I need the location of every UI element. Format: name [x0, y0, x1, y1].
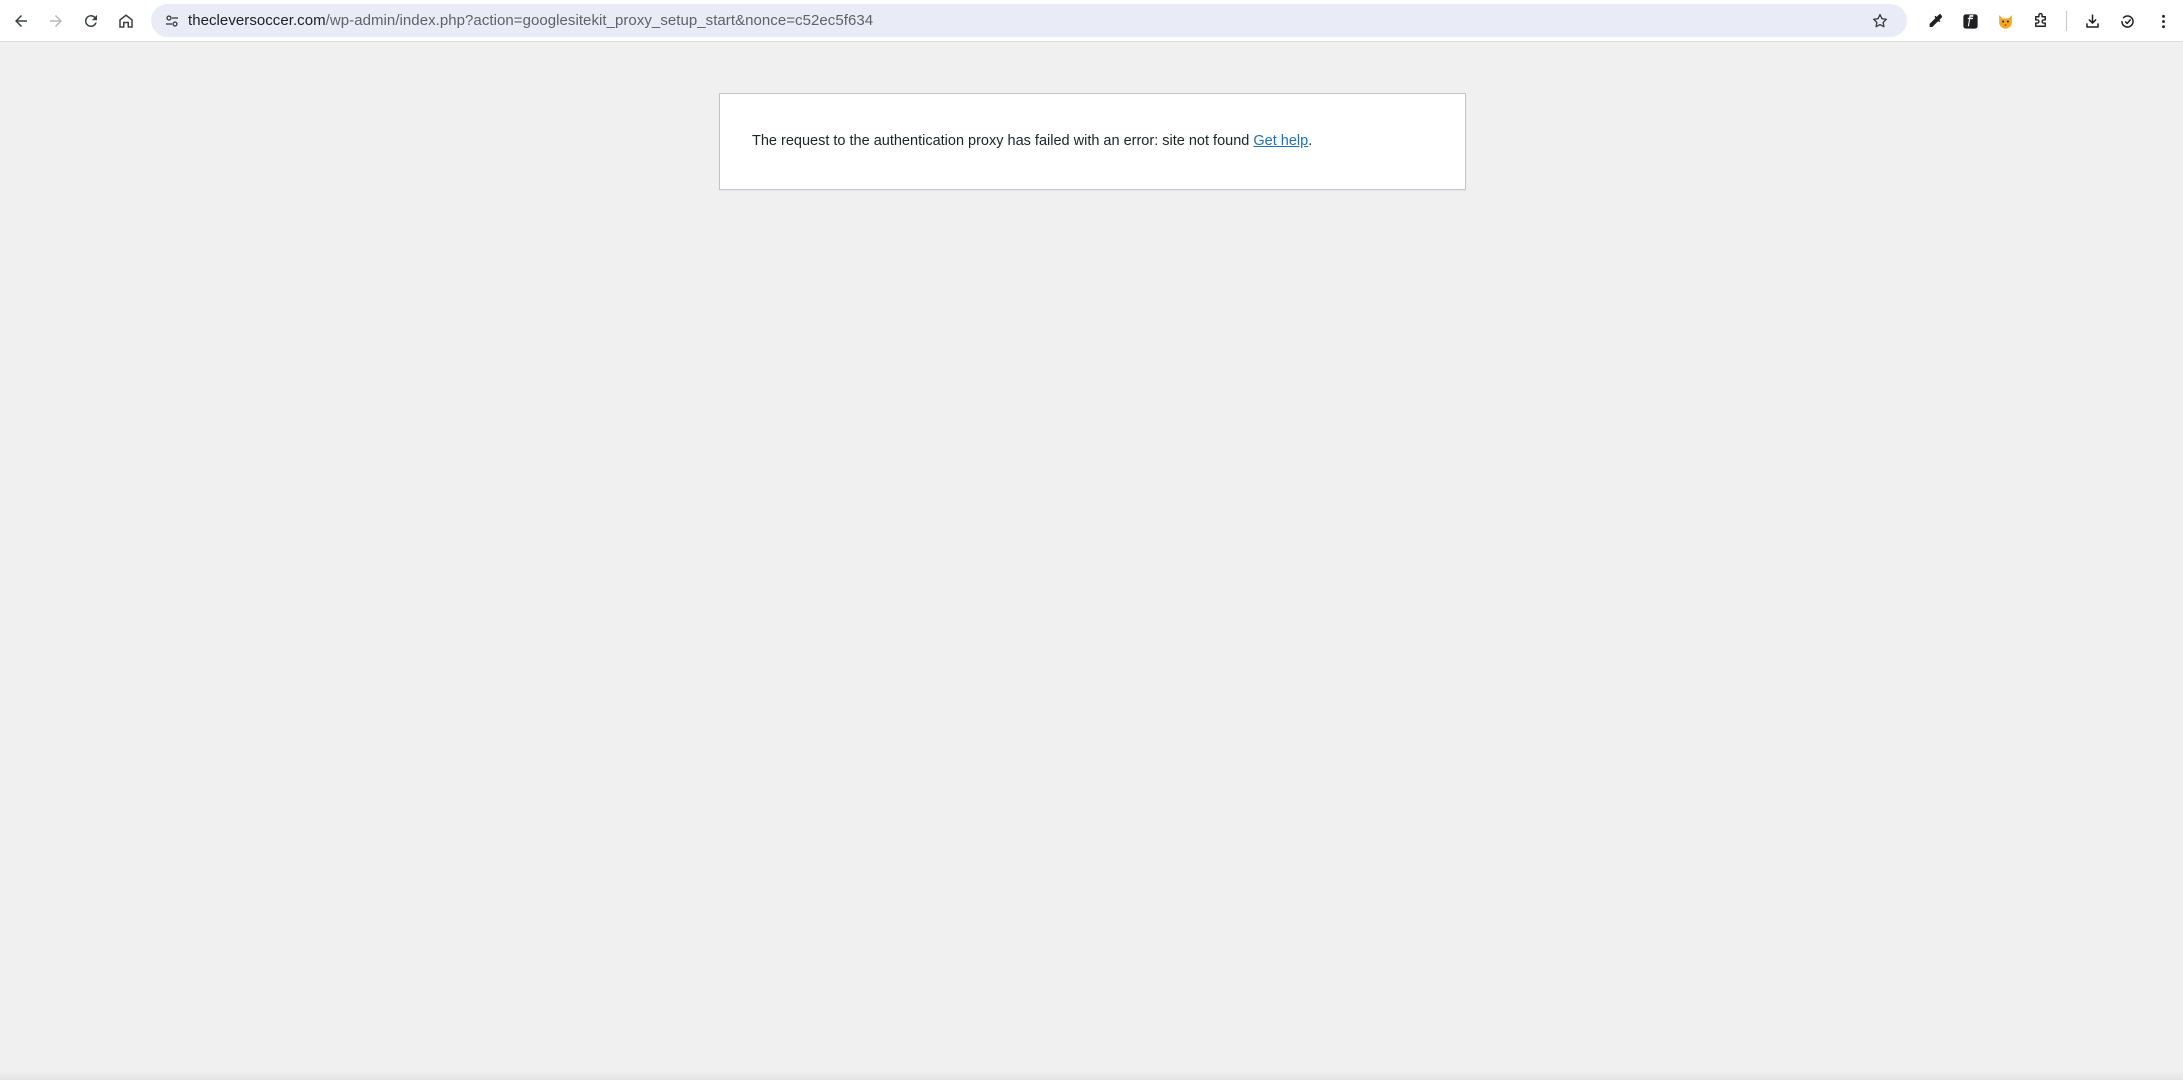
reload-button[interactable] [76, 6, 106, 36]
fox-icon [1998, 14, 2012, 29]
arrow-right-icon [50, 14, 62, 27]
address-bar[interactable]: thecleversoccer.com/wp-admin/index.php?a… [151, 4, 1907, 37]
extension-eyedropper-button[interactable] [1920, 6, 1950, 36]
site-info-button[interactable] [157, 6, 187, 36]
error-message-text: The request to the authentication proxy … [752, 132, 1254, 149]
error-notice: The request to the authentication proxy … [719, 93, 1466, 190]
url-text[interactable]: thecleversoccer.com/wp-admin/index.php?a… [188, 12, 873, 29]
downloads-button[interactable] [2077, 6, 2107, 36]
error-message-suffix: . [1308, 132, 1313, 149]
home-button[interactable] [111, 6, 141, 36]
url-path: /wp-admin/index.php?action=googlesitekit… [325, 12, 874, 29]
toolbar-divider [2066, 11, 2067, 31]
arrow-left-icon [15, 14, 27, 27]
get-help-link[interactable]: Get help [1253, 133, 1308, 149]
star-icon [1872, 13, 1888, 28]
extension-fox-button[interactable] [1990, 6, 2020, 36]
reload-icon [84, 14, 97, 27]
tune-icon [166, 14, 178, 27]
eyedropper-icon [1929, 13, 1942, 27]
download-icon [2085, 13, 2099, 28]
error-message: The request to the authentication proxy … [752, 131, 1312, 153]
bottom-shade [0, 1070, 2183, 1080]
browser-toolbar: thecleversoccer.com/wp-admin/index.php?a… [0, 0, 2183, 42]
extensions-button[interactable] [2025, 6, 2055, 36]
page-content: The request to the authentication proxy … [0, 43, 2183, 1080]
profile-sync-button[interactable] [2112, 6, 2142, 36]
font-f-icon [1962, 13, 1978, 29]
back-button[interactable] [6, 6, 36, 36]
browser-menu-button[interactable] [2148, 6, 2178, 36]
bookmark-button[interactable] [1867, 8, 1893, 34]
forward-button[interactable] [41, 6, 71, 36]
sync-icon [2120, 14, 2134, 28]
home-icon [119, 13, 133, 28]
url-host: thecleversoccer.com [188, 12, 326, 29]
puzzle-icon [2034, 12, 2046, 27]
kebab-menu-icon [2161, 14, 2165, 28]
extension-font-button[interactable] [1955, 6, 1985, 36]
